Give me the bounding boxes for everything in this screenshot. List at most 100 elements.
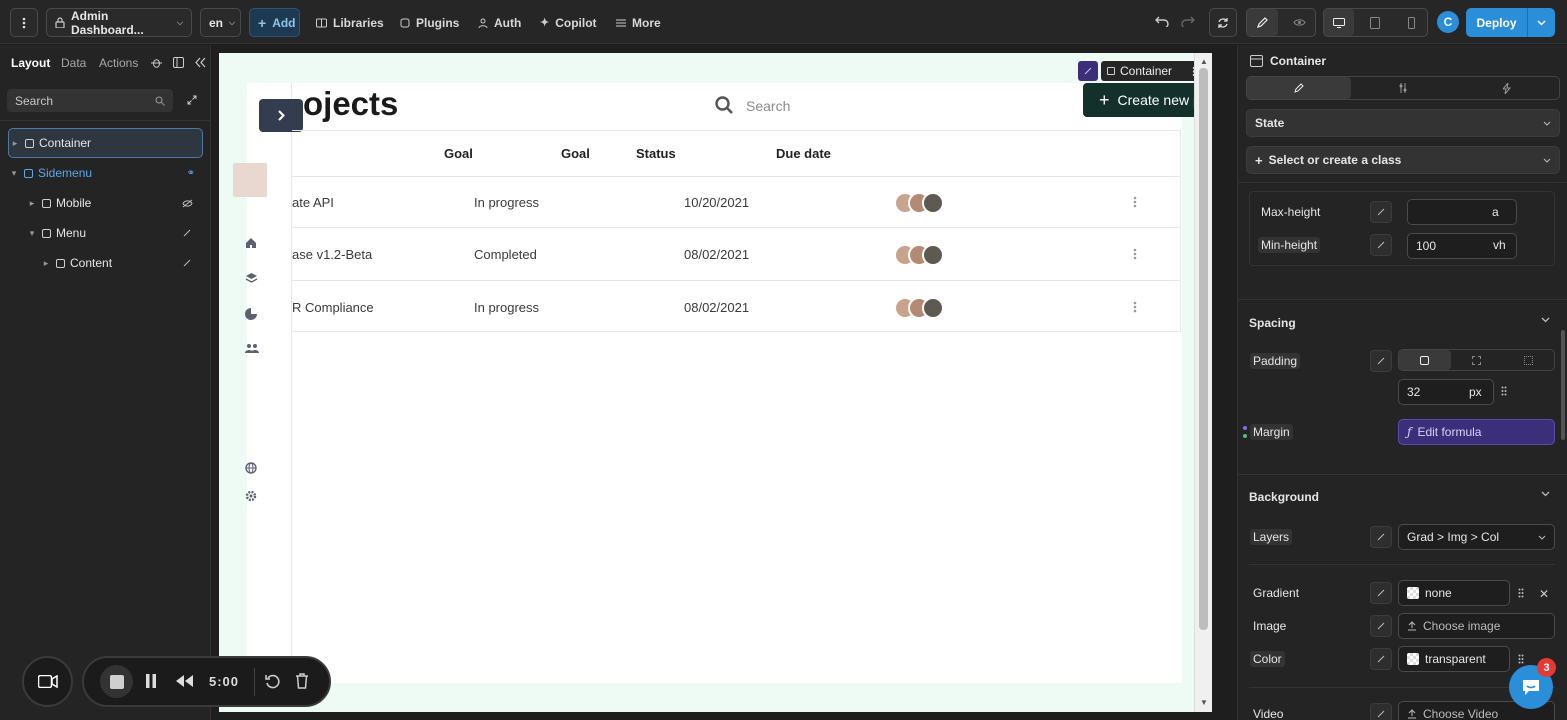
tree-item-container[interactable]: ▸ Container [8, 128, 203, 158]
drag-handle-icon[interactable] [1518, 654, 1524, 664]
row-menu-icon[interactable] [1133, 301, 1137, 313]
drag-handle-icon[interactable] [1501, 386, 1507, 396]
padding-unit[interactable]: px [1469, 385, 1482, 399]
collapse-panel-icon[interactable] [195, 57, 206, 68]
row-menu-icon[interactable] [1133, 248, 1137, 260]
expand-sidemenu-button[interactable] [259, 99, 303, 132]
scrollbar-thumb[interactable] [1199, 68, 1208, 630]
globe-icon[interactable] [245, 462, 257, 474]
tab-data[interactable]: Data [61, 56, 86, 70]
bind-icon[interactable] [1370, 526, 1392, 548]
max-height-unit[interactable]: a [1492, 205, 1499, 219]
color-input[interactable]: transparent [1398, 646, 1510, 672]
layers-select[interactable]: Grad > Img > Col [1398, 524, 1555, 550]
unlink-icon[interactable] [183, 229, 191, 237]
eye-off-icon[interactable] [182, 199, 193, 208]
class-select[interactable]: + Select or create a class [1246, 146, 1560, 174]
home-icon[interactable] [245, 237, 257, 249]
auth-button[interactable]: Auth [478, 8, 521, 37]
settings-gear-icon[interactable] [245, 490, 257, 502]
tab-layout[interactable]: Layout [11, 56, 50, 70]
max-height-input[interactable] [1407, 199, 1517, 225]
redo-icon[interactable] [1181, 15, 1195, 27]
plus-icon: + [258, 14, 267, 31]
user-avatar[interactable]: C [1437, 11, 1459, 33]
bind-icon[interactable] [1370, 201, 1392, 223]
tab-style[interactable] [1247, 77, 1351, 99]
page-container[interactable]: ojects Search Goal Goal Status Due date … [233, 83, 1182, 683]
spacing-section-title[interactable]: Spacing [1249, 316, 1296, 330]
page-search-input[interactable]: Search [746, 98, 790, 114]
bind-icon[interactable] [1370, 582, 1392, 604]
rewind-icon[interactable] [176, 675, 193, 687]
edit-mode-button[interactable] [1247, 9, 1278, 36]
deploy-options-chevron-icon[interactable] [1528, 20, 1555, 26]
plugins-button[interactable]: Plugins [400, 8, 459, 37]
unlink-icon[interactable] [1078, 61, 1098, 81]
desktop-breakpoint-button[interactable] [1324, 9, 1355, 36]
project-selector[interactable]: Admin Dashboard... ⌵ [46, 8, 192, 37]
camera-toggle-button[interactable] [22, 656, 73, 707]
tree-item-sidemenu[interactable]: ▾ Sidemenu ⚭ [8, 158, 203, 188]
tablet-breakpoint-button[interactable] [1360, 9, 1390, 36]
scroll-up-icon[interactable]: ▲ [1200, 57, 1208, 66]
canvas-scrollbar[interactable]: ▲ ▼ [1194, 53, 1212, 712]
padding-axis-button[interactable] [1451, 350, 1503, 370]
expand-icon[interactable] [187, 95, 197, 105]
trash-icon[interactable] [295, 673, 309, 689]
tree-item-content[interactable]: ▸ Content [8, 248, 203, 278]
state-select[interactable]: State [1246, 109, 1560, 137]
padding-sides-button[interactable] [1502, 350, 1554, 370]
padding-all-button[interactable] [1399, 350, 1451, 370]
libraries-button[interactable]: Libraries [316, 8, 384, 37]
background-section-title[interactable]: Background [1249, 490, 1319, 504]
bug-icon[interactable] [151, 57, 162, 68]
pause-icon[interactable] [145, 674, 157, 688]
chevron-right-icon: ▸ [43, 257, 49, 268]
unlink-icon[interactable] [183, 259, 191, 267]
notification-badge: 3 [1537, 658, 1556, 677]
create-project-button[interactable]: + Create new pr [1083, 83, 1212, 117]
bind-icon[interactable] [1370, 703, 1392, 720]
panel-scrollbar[interactable] [1561, 330, 1565, 440]
scroll-down-icon[interactable]: ▼ [1200, 698, 1208, 707]
mobile-breakpoint-button[interactable] [1397, 9, 1427, 36]
add-button[interactable]: + Add [249, 8, 300, 37]
undo-icon[interactable] [1155, 15, 1169, 27]
tab-actions[interactable]: Actions [99, 56, 138, 70]
tree-search-input[interactable]: Search [7, 89, 173, 112]
restart-icon[interactable] [265, 674, 280, 689]
gradient-input[interactable]: none [1398, 580, 1510, 606]
edit-formula-button[interactable]: ƒ Edit formula [1398, 419, 1555, 445]
chevron-down-icon: ⌵ [176, 17, 183, 27]
deploy-button[interactable]: Deploy [1466, 16, 1527, 30]
min-height-unit[interactable]: vh [1493, 238, 1506, 252]
drag-handle-icon[interactable] [1518, 588, 1524, 598]
chevron-down-icon[interactable] [1541, 317, 1550, 323]
close-icon[interactable]: ✕ [1539, 587, 1549, 601]
selection-chip[interactable]: Container [1101, 61, 1202, 81]
users-icon[interactable] [245, 343, 259, 353]
chevron-down-icon[interactable] [1541, 491, 1550, 497]
stop-recording-button[interactable] [100, 665, 133, 698]
language-selector[interactable]: en ⌵ [200, 8, 241, 37]
copilot-button[interactable]: ✦ Copilot [540, 8, 597, 37]
refresh-button[interactable] [1209, 8, 1237, 37]
more-button[interactable]: More [616, 8, 661, 37]
bind-icon[interactable] [1370, 648, 1392, 670]
bind-icon[interactable] [1370, 350, 1392, 372]
panel-layout-icon[interactable] [173, 57, 184, 68]
pie-chart-icon[interactable] [245, 307, 258, 320]
tree-item-menu[interactable]: ▾ Menu [8, 218, 203, 248]
bind-icon[interactable] [1370, 234, 1392, 256]
tree-item-mobile[interactable]: ▸ Mobile [8, 188, 203, 218]
main-menu-button[interactable] [10, 8, 38, 37]
row-menu-icon[interactable] [1133, 196, 1137, 208]
tab-workflows[interactable] [1455, 77, 1559, 99]
layers-icon[interactable] [245, 272, 258, 284]
axis-padding-icon [1472, 355, 1481, 365]
bind-icon[interactable] [1370, 615, 1392, 637]
choose-image-button[interactable]: Choose image [1398, 613, 1555, 639]
preview-mode-button[interactable] [1284, 9, 1315, 36]
tab-settings[interactable] [1351, 77, 1455, 99]
